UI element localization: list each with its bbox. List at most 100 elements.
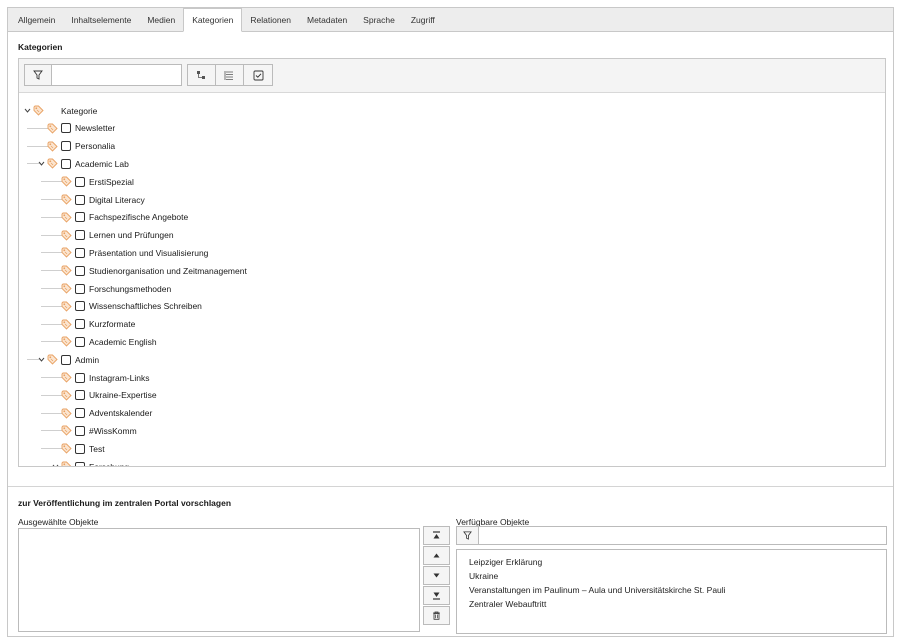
section-divider (8, 486, 893, 487)
tree-node[interactable]: #WissKomm (51, 422, 137, 439)
category-checkbox[interactable] (75, 194, 85, 205)
category-tag-icon (61, 408, 72, 419)
tree-node-label: #WissKomm (89, 425, 137, 436)
tree-node[interactable]: Wissenschaftliches Schreiben (51, 298, 202, 315)
available-objects-list[interactable]: Leipziger Erklärung Ukraine Veranstaltun… (456, 549, 887, 634)
tree-node[interactable]: Newsletter (37, 120, 115, 137)
move-up-icon[interactable] (423, 546, 450, 565)
category-checkbox[interactable] (75, 425, 85, 436)
tab-inhaltselemente[interactable]: Inhaltselemente (63, 8, 139, 31)
category-checkbox[interactable] (75, 461, 85, 466)
category-checkbox[interactable] (75, 336, 85, 347)
tree-toolbar (19, 59, 885, 93)
category-checkbox[interactable] (75, 265, 85, 276)
tree-node[interactable]: Academic Lab (37, 155, 129, 172)
category-checkbox[interactable] (75, 390, 85, 401)
tree-node[interactable]: Academic English (51, 333, 157, 350)
category-checkbox[interactable] (75, 283, 85, 294)
category-checkbox[interactable] (75, 230, 85, 241)
move-down-icon[interactable] (423, 566, 450, 585)
category-tag-icon (61, 301, 72, 312)
trash-icon[interactable] (423, 606, 450, 625)
tab-metadaten[interactable]: Metadaten (299, 8, 355, 31)
category-checkbox[interactable] (75, 372, 85, 383)
list-item[interactable]: Leipziger Erklärung (469, 557, 542, 567)
tree-node-label: Kurzformate (89, 319, 136, 330)
tree-node[interactable]: Ukraine-Expertise (51, 387, 157, 404)
tree-node[interactable]: Studienorganisation und Zeitmanagement (51, 262, 247, 279)
category-checkbox[interactable] (61, 158, 71, 169)
category-checkbox[interactable] (75, 247, 85, 258)
move-to-bottom-icon[interactable] (423, 586, 450, 605)
tree-node[interactable]: ErstiSpezial (51, 173, 134, 190)
tree-node-label: Digital Literacy (89, 194, 145, 205)
categories-title: Kategorien (18, 42, 63, 52)
tree-node[interactable]: Kurzformate (51, 316, 135, 333)
tree-node[interactable]: Forschung (51, 458, 129, 466)
tab-allgemein[interactable]: Allgemein (10, 8, 63, 31)
category-checkbox[interactable] (75, 443, 85, 454)
category-checkbox[interactable] (75, 301, 85, 312)
tab-medien[interactable]: Medien (139, 8, 183, 31)
chevron-down-icon[interactable] (37, 160, 45, 168)
tree-node[interactable]: Forschungsmethoden (51, 280, 171, 297)
list-item[interactable]: Veranstaltungen im Paulinum – Aula und U… (469, 585, 726, 595)
chevron-down-icon[interactable] (23, 107, 31, 115)
list-item[interactable]: Ukraine (469, 571, 498, 581)
tree-filter-input[interactable] (52, 65, 181, 85)
tree-node-label: Admin (75, 354, 100, 365)
selected-objects-label: Ausgewählte Objekte (18, 517, 99, 527)
category-checkbox[interactable] (61, 354, 71, 365)
tree-node-label: Lernen und Prüfungen (89, 230, 174, 241)
chevron-down-icon[interactable] (51, 463, 59, 466)
expand-collapse-icon[interactable] (188, 65, 216, 85)
category-checkbox[interactable] (61, 123, 71, 134)
tab-kategorien[interactable]: Kategorien (183, 8, 243, 32)
filter-icon[interactable] (25, 65, 52, 85)
tree-node[interactable]: Digital Literacy (51, 191, 145, 208)
tree-node[interactable]: Lernen und Prüfungen (51, 227, 174, 244)
tree-node[interactable]: Kategorie (23, 102, 97, 119)
checkbox-checked-icon[interactable] (244, 65, 272, 85)
tree-node[interactable]: Fachspezifische Angebote (51, 209, 188, 226)
chevron-down-icon[interactable] (37, 356, 45, 364)
record-edit-form: Allgemein Inhaltselemente Medien Kategor… (7, 7, 894, 637)
category-checkbox[interactable] (75, 408, 85, 419)
tab-relationen[interactable]: Relationen (242, 8, 299, 31)
selected-objects-list[interactable] (18, 528, 420, 632)
tab-zugriff[interactable]: Zugriff (403, 8, 443, 31)
tree-node[interactable]: Test (51, 440, 105, 457)
tree-node[interactable]: Adventskalender (51, 405, 152, 422)
available-filter-input[interactable] (479, 527, 886, 544)
category-tag-icon (33, 105, 44, 116)
filter-icon[interactable] (457, 527, 479, 544)
tree-filter (24, 64, 182, 86)
tree-node[interactable]: Admin (37, 351, 99, 368)
category-checkbox[interactable] (75, 176, 85, 187)
tree-node-label: Kategorie (61, 105, 98, 116)
tree-node-label: Personalia (75, 141, 116, 152)
tab-sprache[interactable]: Sprache (355, 8, 403, 31)
tree-node[interactable]: Präsentation und Visualisierung (51, 244, 208, 261)
tree-node[interactable]: Instagram-Links (51, 369, 149, 386)
list-icon[interactable] (216, 65, 244, 85)
list-item[interactable]: Zentraler Webauftritt (469, 599, 546, 609)
category-checkbox[interactable] (75, 212, 85, 223)
category-checkbox[interactable] (75, 319, 85, 330)
move-to-top-icon[interactable] (423, 526, 450, 545)
category-tag-icon (61, 247, 72, 259)
tree-node-label: Ukraine-Expertise (89, 390, 157, 401)
category-tag-icon (47, 158, 58, 170)
tree-node-label: Fachspezifische Angebote (89, 212, 189, 223)
category-checkbox[interactable] (61, 141, 71, 152)
tree-node[interactable]: Personalia (37, 138, 115, 155)
